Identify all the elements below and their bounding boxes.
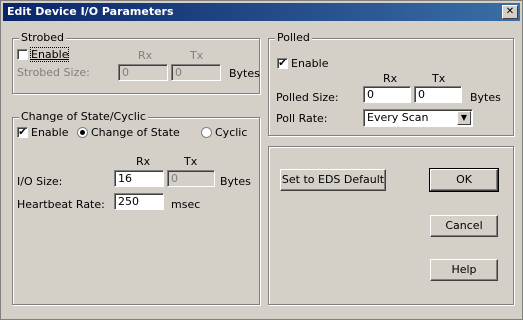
strobed-rx-input[interactable]: 0 bbox=[118, 64, 168, 81]
radio-change-of-state-label: Change of State bbox=[91, 126, 180, 139]
heartbeat-units: msec bbox=[171, 198, 201, 211]
poll-rate-value: Every Scan bbox=[367, 111, 429, 124]
polled-group-title: Polled bbox=[275, 31, 312, 44]
poll-rate-label: Poll Rate: bbox=[276, 112, 328, 125]
cos-enable-checkbox[interactable]: ✔ bbox=[17, 127, 28, 138]
radio-cyclic[interactable] bbox=[201, 127, 212, 138]
strobed-group: Strobed Enable Rx Tx Strobed Size: 0 0 B… bbox=[12, 31, 260, 94]
strobed-units: Bytes bbox=[229, 67, 260, 80]
buttons-panel: Set to EDS Default OK Cancel Help bbox=[268, 146, 514, 305]
cos-tx-input[interactable]: 0 bbox=[167, 170, 215, 187]
polled-rx-input[interactable]: 0 bbox=[363, 86, 411, 103]
set-eds-default-button[interactable]: Set to EDS Default bbox=[280, 169, 386, 191]
polled-rx-header: Rx bbox=[383, 72, 398, 85]
polled-tx-input[interactable]: 0 bbox=[414, 86, 462, 103]
heartbeat-input[interactable]: 250 bbox=[114, 193, 164, 210]
dialog-window: Edit Device I/O Parameters ✕ Strobed Ena… bbox=[0, 0, 523, 320]
cos-units: Bytes bbox=[220, 175, 251, 188]
strobed-enable-label: Enable bbox=[29, 47, 70, 62]
polled-enable-checkbox[interactable]: ✔ bbox=[277, 58, 288, 69]
heartbeat-label: Heartbeat Rate: bbox=[17, 198, 105, 211]
strobed-size-label: Strobed Size: bbox=[17, 66, 90, 79]
help-button[interactable]: Help bbox=[430, 259, 498, 281]
cos-group: Change of State/Cyclic ✔ Enable Change o… bbox=[12, 110, 260, 305]
cos-tx-header: Tx bbox=[184, 155, 198, 168]
check-icon: ✔ bbox=[18, 127, 27, 138]
strobed-rx-header: Rx bbox=[138, 49, 153, 62]
polled-enable-label: Enable bbox=[291, 57, 329, 70]
strobed-group-title: Strobed bbox=[19, 31, 67, 44]
cos-group-title: Change of State/Cyclic bbox=[19, 110, 148, 123]
cos-rx-input[interactable]: 16 bbox=[114, 170, 164, 187]
ok-button[interactable]: OK bbox=[429, 168, 499, 192]
close-icon[interactable]: ✕ bbox=[502, 5, 518, 19]
window-title: Edit Device I/O Parameters bbox=[7, 5, 174, 18]
polled-units: Bytes bbox=[470, 91, 501, 104]
cos-size-label: I/O Size: bbox=[17, 175, 63, 188]
title-bar: Edit Device I/O Parameters ✕ bbox=[3, 3, 520, 21]
polled-tx-header: Tx bbox=[432, 72, 446, 85]
cancel-button[interactable]: Cancel bbox=[430, 215, 498, 237]
radio-change-of-state[interactable] bbox=[77, 127, 88, 138]
polled-group: Polled ✔ Enable Rx Tx Polled Size: 0 0 B… bbox=[268, 31, 514, 136]
cos-enable-label: Enable bbox=[31, 126, 69, 139]
radio-cyclic-label: Cyclic bbox=[215, 126, 248, 139]
strobed-tx-header: Tx bbox=[190, 49, 204, 62]
strobed-enable-checkbox[interactable] bbox=[17, 49, 28, 60]
cos-rx-header: Rx bbox=[136, 155, 151, 168]
check-icon: ✔ bbox=[278, 58, 287, 69]
poll-rate-select[interactable]: Every Scan ▼ bbox=[363, 109, 473, 127]
chevron-down-icon[interactable]: ▼ bbox=[457, 111, 471, 125]
strobed-tx-input[interactable]: 0 bbox=[171, 64, 221, 81]
polled-size-label: Polled Size: bbox=[276, 91, 339, 104]
